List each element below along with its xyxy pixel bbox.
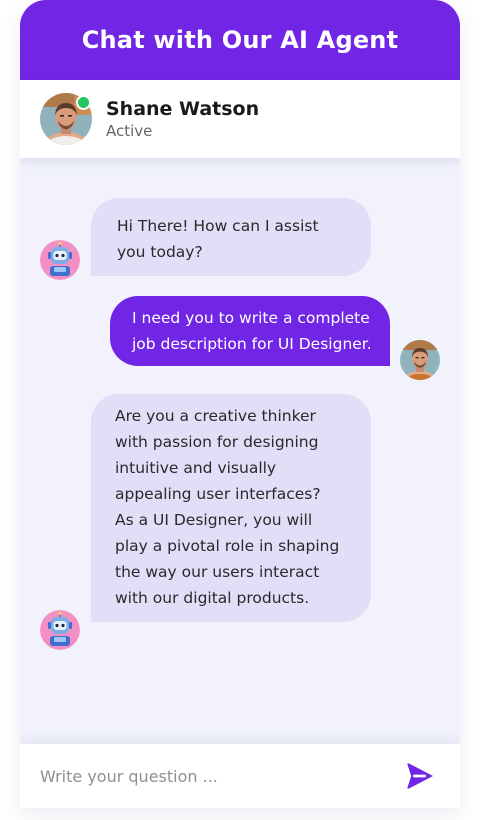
- question-input[interactable]: [40, 766, 380, 786]
- contact-bar: Shane Watson Active: [20, 80, 460, 158]
- send-icon: [407, 763, 433, 789]
- chat-title: Chat with Our AI Agent: [81, 26, 399, 54]
- user-photo-avatar: [400, 340, 440, 380]
- online-status-dot: [76, 95, 91, 110]
- contact-status: Active: [106, 122, 153, 140]
- contact-name: Shane Watson: [106, 98, 260, 120]
- bot-message-bubble: Are you a creative thinker with passion …: [91, 394, 371, 622]
- contact-info: Shane Watson Active: [106, 97, 259, 141]
- robot-avatar: [40, 610, 80, 650]
- contact-avatar-wrapper: [40, 93, 92, 145]
- chat-window: Chat with Our AI Agent Shane Watson Acti…: [20, 0, 460, 808]
- chat-header: Chat with Our AI Agent: [20, 0, 460, 80]
- composer-bar: [20, 744, 460, 808]
- send-button[interactable]: [404, 760, 436, 792]
- robot-avatar: [40, 240, 80, 280]
- message-list: Hi There! How can I assist you today? I …: [20, 158, 460, 744]
- bot-message-bubble: Hi There! How can I assist you today?: [91, 198, 371, 276]
- user-message-bubble: I need you to write a complete job descr…: [110, 296, 390, 366]
